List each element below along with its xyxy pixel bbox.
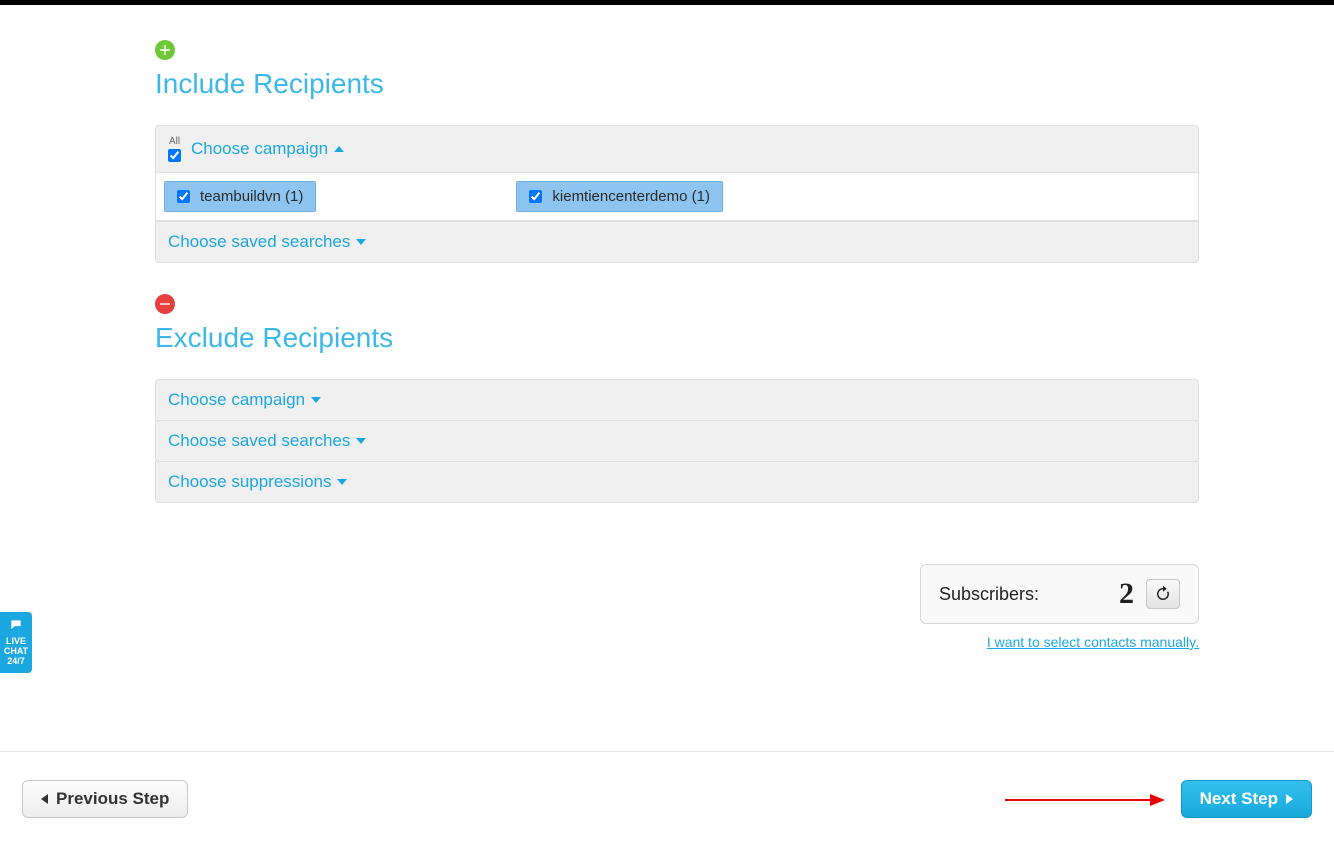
refresh-button[interactable] [1146,579,1180,609]
triangle-left-icon [41,794,48,804]
dropdown-text: Choose saved searches [168,431,350,451]
minus-icon [155,294,175,314]
exclude-section: Exclude Recipients Choose campaign Choos… [155,294,1199,503]
caret-up-icon [334,146,344,152]
exclude-choose-saved-searches-row[interactable]: Choose saved searches [155,420,1199,462]
include-panel-group: All Choose campaign teambuildvn (1) kiem… [155,125,1199,263]
dropdown-text: Choose campaign [191,139,328,159]
subscribers-area: Subscribers: 2 I want to select contacts… [155,534,1199,650]
include-choose-campaign-row[interactable]: All Choose campaign [155,125,1199,173]
exclude-choose-campaign-dropdown[interactable]: Choose campaign [168,390,321,410]
next-label: Next Step [1200,789,1278,809]
footer-nav: Previous Step Next Step [0,751,1334,850]
campaign-checkbox[interactable] [529,190,542,203]
campaign-label: kiemtiencenterdemo (1) [552,188,710,205]
campaign-checkbox[interactable] [177,190,190,203]
all-checkbox[interactable] [168,149,181,162]
include-campaigns-list: teambuildvn (1) kiemtiencenterdemo (1) [155,172,1199,221]
chat-line3: 24/7 [0,657,32,667]
all-checkbox-column: All [168,136,181,162]
exclude-saved-searches-dropdown[interactable]: Choose saved searches [168,431,366,451]
campaign-chip[interactable]: kiemtiencenterdemo (1) [516,181,723,212]
caret-down-icon [356,239,366,245]
next-step-button[interactable]: Next Step [1181,780,1312,818]
chat-icon [7,618,25,632]
plus-icon [155,40,175,60]
include-section: Include Recipients All Choose campaign t… [155,40,1199,263]
include-choose-saved-searches-row[interactable]: Choose saved searches [155,221,1199,263]
caret-down-icon [311,397,321,403]
subscribers-label: Subscribers: [939,584,1039,605]
all-label: All [169,136,180,147]
dropdown-text: Choose campaign [168,390,305,410]
include-saved-searches-dropdown[interactable]: Choose saved searches [168,232,366,252]
triangle-right-icon [1286,794,1293,804]
exclude-title: Exclude Recipients [155,322,1199,354]
dropdown-text: Choose suppressions [168,472,331,492]
live-chat-tab[interactable]: LIVE CHAT 24/7 [0,612,32,673]
subscribers-box: Subscribers: 2 [920,564,1199,624]
exclude-panel-group: Choose campaign Choose saved searches Ch… [155,379,1199,503]
prev-label: Previous Step [56,789,169,809]
previous-step-button[interactable]: Previous Step [22,780,188,818]
include-choose-campaign-dropdown[interactable]: Choose campaign [191,139,344,159]
campaign-label: teambuildvn (1) [200,188,303,205]
main-content: Include Recipients All Choose campaign t… [0,5,1334,650]
exclude-suppressions-dropdown[interactable]: Choose suppressions [168,472,347,492]
campaign-chip[interactable]: teambuildvn (1) [164,181,316,212]
exclude-choose-campaign-row[interactable]: Choose campaign [155,379,1199,421]
caret-down-icon [337,479,347,485]
select-manually-link[interactable]: I want to select contacts manually. [987,634,1199,650]
exclude-choose-suppressions-row[interactable]: Choose suppressions [155,461,1199,503]
caret-down-icon [356,438,366,444]
dropdown-text: Choose saved searches [168,232,350,252]
subscribers-count: 2 [1119,577,1134,611]
include-title: Include Recipients [155,68,1199,100]
refresh-icon [1154,585,1172,603]
